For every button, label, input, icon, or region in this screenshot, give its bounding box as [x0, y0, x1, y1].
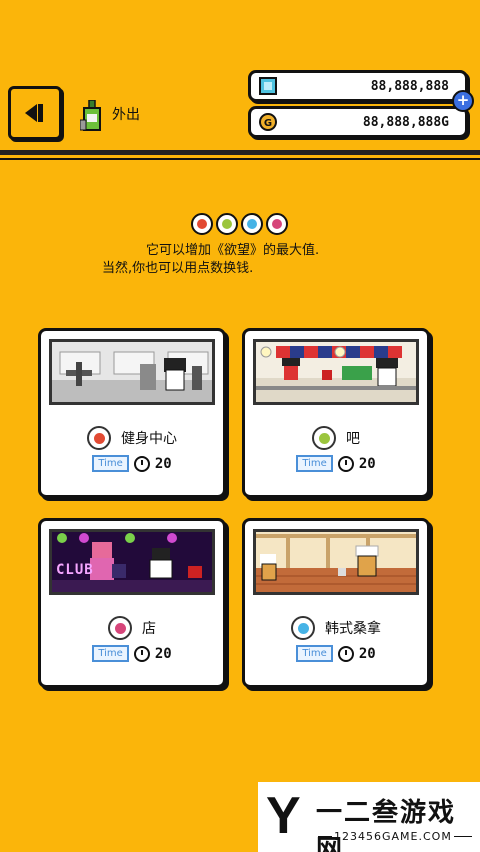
- gym-card[interactable]: 健身中心 Time 20: [38, 328, 226, 498]
- bar-card[interactable]: 吧 Time 20: [242, 328, 430, 498]
- sauna-icon: [241, 213, 263, 235]
- clock-icon: [337, 455, 354, 472]
- time-badge: Time: [296, 455, 333, 472]
- gym-scene-image: [49, 339, 215, 405]
- gem-balance: 88,888,888: [248, 70, 468, 102]
- add-currency-button[interactable]: +: [452, 90, 474, 112]
- bottle-icon: [80, 100, 101, 131]
- club-card[interactable]: CLUB 店 Time 20: [38, 518, 226, 688]
- time-value: 20: [358, 455, 376, 472]
- clock-icon: [337, 645, 354, 662]
- sauna-icon: [291, 616, 315, 640]
- clock-icon: [133, 455, 150, 472]
- svg-text:G: G: [264, 118, 272, 129]
- card-title: 店: [142, 621, 156, 637]
- sauna-scene-image: [253, 529, 419, 595]
- sauna-card[interactable]: 韩式桑拿 Time 20: [242, 518, 430, 688]
- back-button[interactable]: [8, 86, 62, 140]
- gem-icon: [259, 77, 277, 95]
- watermark: Y 一二叁游戏网 123456GAME.COM: [258, 782, 480, 852]
- desire-icons: [191, 213, 288, 235]
- watermark-title: 一二叁游戏网: [316, 798, 457, 852]
- gem-amount: 88,888,888: [370, 78, 449, 94]
- description-line-1: 它可以增加《欲望》的最大值.: [146, 243, 320, 258]
- coin-amount: 88,888,888G: [362, 114, 449, 130]
- time-value: 20: [358, 645, 376, 662]
- card-title: 吧: [346, 431, 360, 447]
- watermark-site: 123456GAME.COM: [334, 830, 452, 843]
- club-sign: CLUB: [56, 562, 94, 578]
- music-icon: [108, 616, 132, 640]
- coin-balance: G 88,888,888G: [248, 106, 468, 138]
- drink-icon: [216, 213, 238, 235]
- watermark-logo: Y: [266, 787, 301, 845]
- time-badge: Time: [92, 645, 129, 662]
- time-value: 20: [154, 455, 172, 472]
- header-divider: [0, 150, 480, 155]
- time-badge: Time: [92, 455, 129, 472]
- card-title: 韩式桑拿: [325, 621, 381, 637]
- club-scene-image: CLUB: [49, 529, 215, 595]
- description-line-2: 当然,你也可以用点数换钱.: [102, 261, 254, 276]
- clock-icon: [133, 645, 150, 662]
- fitness-icon: [87, 426, 111, 450]
- drink-icon: [312, 426, 336, 450]
- music-icon: [266, 213, 288, 235]
- bar-scene-image: [253, 339, 419, 405]
- fitness-icon: [191, 213, 213, 235]
- coin-icon: G: [259, 113, 277, 131]
- time-badge: Time: [296, 645, 333, 662]
- back-arrow-icon: [25, 104, 37, 122]
- go-out-label: 外出: [112, 107, 140, 123]
- card-title: 健身中心: [121, 431, 177, 447]
- time-value: 20: [154, 645, 172, 662]
